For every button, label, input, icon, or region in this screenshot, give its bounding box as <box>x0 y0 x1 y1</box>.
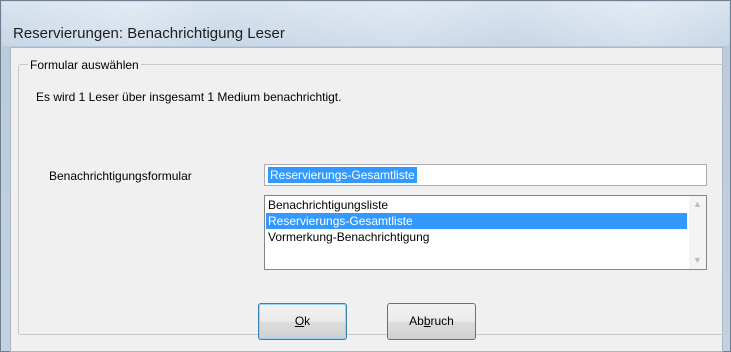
title-bar[interactable]: Reservierungen: Benachrichtigung Leser <box>2 2 729 46</box>
notification-info-text: Es wird 1 Leser über insgesamt 1 Medium … <box>36 90 342 104</box>
list-item[interactable]: Benachrichtigungsliste <box>266 197 687 213</box>
cancel-mnemonic: b <box>423 314 431 328</box>
cancel-label-start: Ab <box>409 314 424 328</box>
list-item[interactable]: Vormerkung-Benachrichtigung <box>266 229 687 245</box>
chevron-up-icon[interactable]: ▲ <box>689 196 706 213</box>
listbox-scrollbar[interactable]: ▲ ▼ <box>689 196 706 269</box>
dialog-client-area: Formular auswählen Es wird 1 Leser über … <box>10 47 728 352</box>
cancel-label-rest: ruch <box>430 314 454 328</box>
dialog-window: Reservierungen: Benachrichtigung Leser F… <box>0 0 731 352</box>
combo-selected-text: Reservierungs-Gesamtliste <box>268 167 417 183</box>
groupbox-legend: Formular auswählen <box>28 58 141 72</box>
ok-mnemonic: O <box>294 314 305 328</box>
list-item-selected[interactable]: Reservierungs-Gesamtliste <box>266 213 687 229</box>
form-field-label: Benachrichtigungsformular <box>49 169 192 183</box>
cancel-button[interactable]: Abbruch <box>387 303 476 340</box>
ok-button[interactable]: Ok <box>258 303 347 340</box>
form-combo-input[interactable]: Reservierungs-Gesamtliste <box>264 164 707 186</box>
window-title: Reservierungen: Benachrichtigung Leser <box>13 25 285 42</box>
chevron-down-icon[interactable]: ▼ <box>689 252 706 269</box>
form-listbox[interactable]: Benachrichtigungsliste Reservierungs-Ges… <box>264 195 707 270</box>
ok-label-rest: k <box>304 314 311 328</box>
